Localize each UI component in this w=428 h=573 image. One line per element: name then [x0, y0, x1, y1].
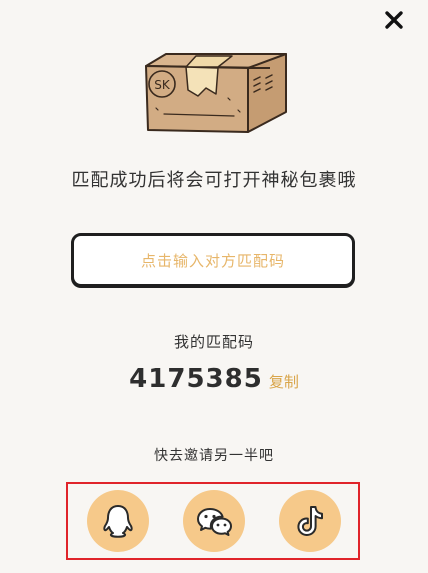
- close-icon[interactable]: [382, 8, 406, 32]
- qq-icon: [103, 505, 133, 538]
- share-wechat-button[interactable]: [183, 490, 245, 552]
- share-tiktok-button[interactable]: [279, 490, 341, 552]
- my-code-label: 我的匹配码: [173, 333, 254, 351]
- share-options: [66, 482, 360, 560]
- mystery-box-illustration: SK: [145, 53, 287, 133]
- my-code-row: 4175385 复制: [0, 364, 428, 394]
- tiktok-icon: [297, 506, 323, 536]
- box-logo-text: SK: [154, 78, 171, 92]
- copy-code-button[interactable]: 复制: [269, 371, 299, 392]
- my-code-value: 4175385: [129, 364, 263, 394]
- invite-partner-text: 快去邀请另一半吧: [154, 448, 274, 464]
- partner-code-placeholder: 点击输入对方匹配码: [140, 251, 285, 270]
- match-hint-text: 匹配成功后将会可打开神秘包裹哦: [71, 170, 357, 191]
- wechat-icon: [197, 508, 232, 536]
- share-qq-button[interactable]: [87, 490, 149, 552]
- match-dialog: SK 匹配成功后将会可打开神秘包裹哦 点击输入对方匹配码 我的匹配码 41753…: [0, 0, 428, 573]
- partner-code-input[interactable]: 点击输入对方匹配码: [71, 233, 355, 287]
